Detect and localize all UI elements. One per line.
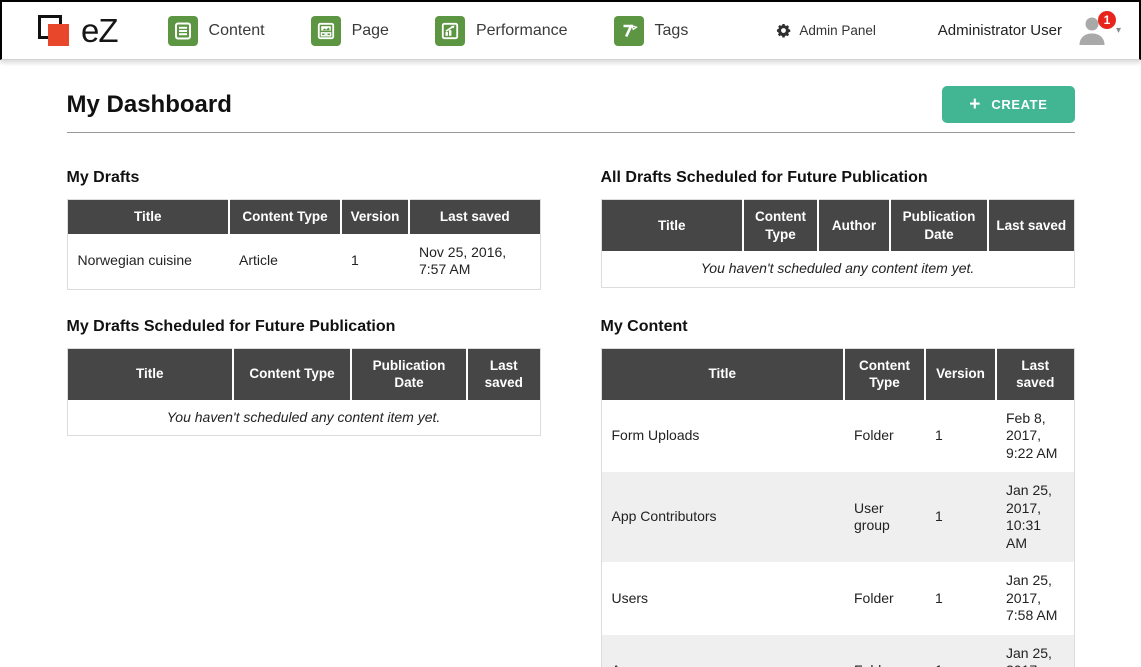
panel-all-drafts-scheduled: All Drafts Scheduled for Future Publicat… [601, 169, 1075, 288]
cell-last-saved: Jan 25, 2017, 7:58 AM [996, 562, 1074, 635]
empty-state-row: You haven't scheduled any content item y… [601, 251, 1074, 287]
table-row[interactable]: App Folder 1 Jan 25, 2017, 7:55 AM [601, 635, 1074, 667]
ez-logo-text: eZ [81, 12, 118, 50]
empty-state-message: You haven't scheduled any content item y… [601, 251, 1074, 287]
gear-icon [776, 23, 791, 38]
panel-title-all-drafts-scheduled: All Drafts Scheduled for Future Publicat… [601, 169, 1075, 187]
cell-content-type: Folder [844, 635, 925, 667]
my-content-table: Title Content Type Version Last saved Fo… [601, 348, 1075, 667]
nav-label-page: Page [352, 22, 389, 40]
header-version: Version [925, 348, 996, 400]
panel-my-content: My Content Title Content Type Version La… [601, 318, 1075, 667]
my-drafts-scheduled-table: Title Content Type Publication Date Last… [67, 348, 541, 437]
user-name[interactable]: Administrator User [938, 22, 1062, 39]
page-header: My Dashboard + CREATE [67, 76, 1075, 133]
cell-content-type: User group [844, 472, 925, 562]
ez-logo-icon [38, 12, 74, 50]
table-header-row: Title Content Type Version Last saved [67, 200, 540, 234]
cell-version: 1 [341, 234, 409, 290]
top-navigation-bar: eZ Content Page Performance [0, 0, 1141, 60]
panel-title-my-content: My Content [601, 318, 1075, 336]
table-row[interactable]: Form Uploads Folder 1 Feb 8, 2017, 9:22 … [601, 400, 1074, 473]
header-last-saved: Last saved [988, 200, 1074, 252]
notification-badge[interactable]: 1 [1098, 11, 1116, 29]
dashboard-content: My Dashboard + CREATE My Drafts Title Co… [67, 60, 1075, 667]
header-content-type: Content Type [844, 348, 925, 400]
cell-version: 1 [925, 562, 996, 635]
page-icon [311, 16, 341, 46]
header-publication-date: Publication Date [890, 200, 988, 252]
cell-title: App [601, 635, 844, 667]
cell-last-saved: Jan 25, 2017, 7:55 AM [996, 635, 1074, 667]
cell-title: Norwegian cuisine [67, 234, 229, 290]
main-nav: Content Page Performance Tags [168, 16, 735, 46]
header-title: Title [601, 200, 743, 252]
cell-content-type: Folder [844, 562, 925, 635]
create-button[interactable]: + CREATE [942, 86, 1074, 123]
user-area: Administrator User 1 ▾ [938, 15, 1121, 47]
ez-logo[interactable]: eZ [38, 12, 118, 50]
cell-version: 1 [925, 400, 996, 473]
header-last-saved: Last saved [996, 348, 1074, 400]
cell-content-type: Folder [844, 400, 925, 473]
cell-title: Users [601, 562, 844, 635]
header-last-saved: Last saved [409, 200, 540, 234]
cell-last-saved: Jan 25, 2017, 10:31 AM [996, 472, 1074, 562]
user-menu[interactable]: 1 [1076, 15, 1110, 47]
empty-state-message: You haven't scheduled any content item y… [67, 400, 540, 436]
header-author: Author [818, 200, 890, 252]
cell-last-saved: Feb 8, 2017, 9:22 AM [996, 400, 1074, 473]
panel-title-my-drafts-scheduled: My Drafts Scheduled for Future Publicati… [67, 318, 541, 336]
header-publication-date: Publication Date [351, 348, 467, 400]
page-title: My Dashboard [67, 91, 232, 119]
table-header-row: Title Content Type Version Last saved [601, 348, 1074, 400]
panel-my-drafts: My Drafts Title Content Type Version Las… [67, 169, 541, 290]
cell-version: 1 [925, 635, 996, 667]
nav-label-tags: Tags [655, 22, 689, 40]
content-icon [168, 16, 198, 46]
performance-icon [435, 16, 465, 46]
panel-my-drafts-scheduled: My Drafts Scheduled for Future Publicati… [67, 318, 541, 437]
table-header-row: Title Content Type Publication Date Last… [67, 348, 540, 400]
admin-panel-label: Admin Panel [799, 23, 876, 38]
nav-item-performance[interactable]: Performance [435, 16, 568, 46]
dashboard-panels: My Drafts Title Content Type Version Las… [67, 169, 1075, 667]
header-content-type: Content Type [229, 200, 341, 234]
admin-panel-button[interactable]: Admin Panel [776, 23, 876, 38]
header-title: Title [601, 348, 844, 400]
header-title: Title [67, 348, 233, 400]
all-drafts-scheduled-table: Title Content Type Author Publication Da… [601, 199, 1075, 288]
my-drafts-table: Title Content Type Version Last saved No… [67, 199, 541, 290]
tags-icon [614, 16, 644, 46]
cell-title: Form Uploads [601, 400, 844, 473]
chevron-down-icon[interactable]: ▾ [1116, 25, 1121, 36]
header-last-saved: Last saved [467, 348, 540, 400]
nav-item-content[interactable]: Content [168, 16, 265, 46]
plus-icon: + [969, 98, 980, 112]
header-content-type: Content Type [233, 348, 351, 400]
cell-version: 1 [925, 472, 996, 562]
empty-state-row: You haven't scheduled any content item y… [67, 400, 540, 436]
nav-item-tags[interactable]: Tags [614, 16, 689, 46]
cell-content-type: Article [229, 234, 341, 290]
header-title: Title [67, 200, 229, 234]
nav-label-content: Content [209, 22, 265, 40]
nav-label-performance: Performance [476, 22, 568, 40]
cell-last-saved: Nov 25, 2016, 7:57 AM [409, 234, 540, 290]
table-row[interactable]: Norwegian cuisine Article 1 Nov 25, 2016… [67, 234, 540, 290]
table-row[interactable]: App Contributors User group 1 Jan 25, 20… [601, 472, 1074, 562]
header-content-type: Content Type [743, 200, 818, 252]
panel-title-my-drafts: My Drafts [67, 169, 541, 187]
header-version: Version [341, 200, 409, 234]
cell-title: App Contributors [601, 472, 844, 562]
table-header-row: Title Content Type Author Publication Da… [601, 200, 1074, 252]
nav-item-page[interactable]: Page [311, 16, 389, 46]
table-row[interactable]: Users Folder 1 Jan 25, 2017, 7:58 AM [601, 562, 1074, 635]
